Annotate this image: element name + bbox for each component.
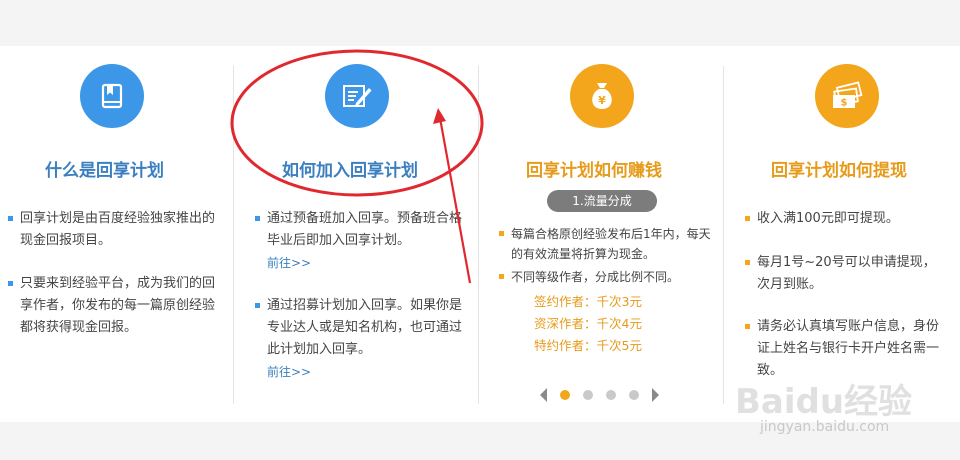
annotation-arrow-line — [438, 117, 472, 284]
baidu-watermark-logo: Baidu经验 — [735, 382, 913, 422]
stage: 什么是回享计划 回享计划是由百度经验独家推出的现金回报项目。 只要来到经验平台，… — [0, 0, 960, 460]
watermark-url: jingyan.baidu.com — [760, 419, 890, 435]
annotation-ellipse — [230, 49, 484, 197]
annotation-arrow-head — [433, 108, 446, 124]
